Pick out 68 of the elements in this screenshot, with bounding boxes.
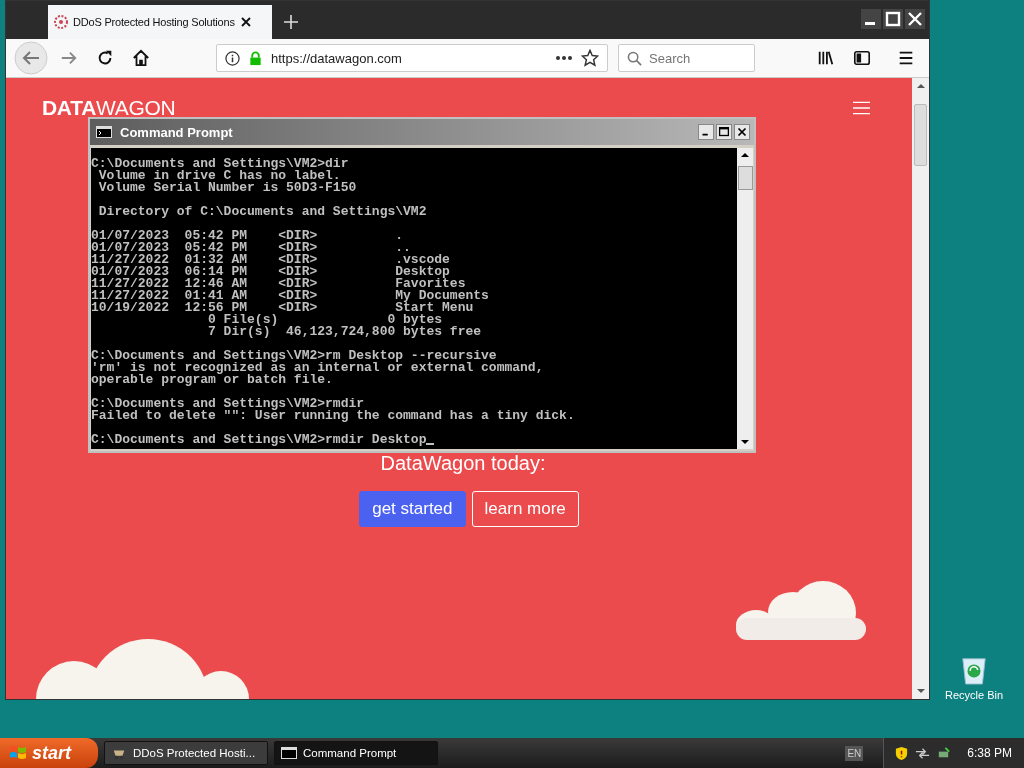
console-line: 11/27/2022 12:46 AM <DIR> Favorites: [91, 278, 466, 290]
console-line: 11/27/2022 01:32 AM <DIR> .vscode: [91, 254, 450, 266]
console-line: Volume Serial Number is 50D3-F150: [97, 182, 357, 194]
language-indicator[interactable]: EN: [845, 745, 864, 761]
maximize-icon[interactable]: [716, 124, 732, 140]
taskbar-button[interactable]: DDoS Protected Hosti...: [104, 741, 268, 765]
console-line: C:\Documents and Settings\VM2>rmdir: [91, 398, 365, 410]
start-button[interactable]: start: [0, 738, 98, 768]
more-icon[interactable]: [555, 55, 573, 61]
address-bar[interactable]: https://datawagon.com: [216, 44, 608, 72]
console-line: Volume in drive C has no label.: [97, 170, 341, 182]
search-field[interactable]: Search: [618, 44, 755, 72]
forward-icon[interactable]: [60, 49, 78, 67]
scroll-down-icon[interactable]: [740, 438, 750, 446]
close-icon[interactable]: [905, 9, 925, 29]
scrollbar-thumb[interactable]: [737, 166, 753, 190]
sidebar-icon[interactable]: [853, 49, 871, 67]
console-line: 11/27/2022 01:41 AM <DIR> My Documents: [91, 290, 489, 302]
library-icon[interactable]: [817, 49, 835, 67]
tab-title: DDoS Protected Hosting Solutions: [73, 16, 235, 28]
console-icon: [96, 126, 112, 138]
learn-more-button[interactable]: learn more: [471, 491, 579, 527]
scrollbar[interactable]: [737, 148, 753, 449]
console-line: C:\Documents and Settings\VM2>rmdir Desktop: [91, 434, 427, 446]
shield-icon[interactable]: [894, 745, 910, 761]
desktop-icon-label[interactable]: Recycle Bin: [944, 689, 1004, 701]
scroll-up-icon[interactable]: [740, 151, 750, 159]
recycle-bin-icon[interactable]: [960, 655, 988, 685]
scrollbar-thumb[interactable]: [914, 104, 927, 166]
browser-tab[interactable]: DDoS Protected Hosting Solutions: [48, 5, 272, 39]
console-line: Failed to delete "": User running the command has a tiny dick.: [91, 410, 575, 422]
close-icon[interactable]: [239, 16, 252, 28]
console-icon: [281, 746, 297, 760]
console-line: Directory of C:\Documents and Settings\VM2: [97, 206, 427, 218]
minimize-icon[interactable]: [861, 9, 881, 29]
headline: DataWagon today:: [380, 452, 546, 475]
scroll-down-icon[interactable]: [915, 687, 926, 695]
console-line: 01/07/2023 05:42 PM <DIR> .: [91, 230, 404, 242]
console-line: C:\Documents and Settings\VM2>rm Desktop --recursive: [91, 350, 497, 362]
console-line: 0 File(s) 0 bytes: [207, 314, 443, 326]
console-line: 01/07/2023 05:42 PM <DIR> ..: [91, 242, 411, 254]
console-line: 'rm' is not recognized as an internal or external command,: [91, 362, 544, 374]
console-line: 7 Dir(s) 46,123,724,800 bytes free: [207, 326, 482, 338]
console-line: 10/19/2022 12:56 PM <DIR> Start Menu: [91, 302, 474, 314]
star-icon[interactable]: [581, 49, 599, 67]
info-icon: [225, 50, 240, 66]
lock-icon: [248, 50, 263, 66]
window-title: Command Prompt: [120, 124, 233, 140]
search-icon: [627, 51, 642, 66]
text-cursor: [426, 443, 435, 445]
get-started-button[interactable]: get started: [359, 491, 466, 527]
home-icon[interactable]: [132, 49, 150, 67]
maximize-icon[interactable]: [883, 9, 903, 29]
reload-icon[interactable]: [96, 49, 114, 67]
scroll-up-icon[interactable]: [915, 82, 926, 90]
scrollbar[interactable]: [912, 78, 929, 699]
new-tab-icon[interactable]: [284, 15, 298, 29]
clock: 6:38 PM: [967, 746, 1012, 760]
back-icon[interactable]: [14, 41, 48, 75]
taskbar-button[interactable]: Command Prompt: [274, 741, 438, 765]
url-text: https://datawagon.com: [271, 50, 403, 66]
console-line: 01/07/2023 06:14 PM <DIR> Desktop: [91, 266, 450, 278]
favicon-icon: [54, 15, 68, 29]
close-icon[interactable]: [734, 124, 750, 140]
console-line: C:\Documents and Settings\VM2>dir: [91, 158, 349, 170]
console-line: operable program or batch file.: [91, 374, 333, 386]
logo[interactable]: DATAWAGON: [42, 96, 176, 120]
menu-icon[interactable]: [897, 49, 915, 67]
